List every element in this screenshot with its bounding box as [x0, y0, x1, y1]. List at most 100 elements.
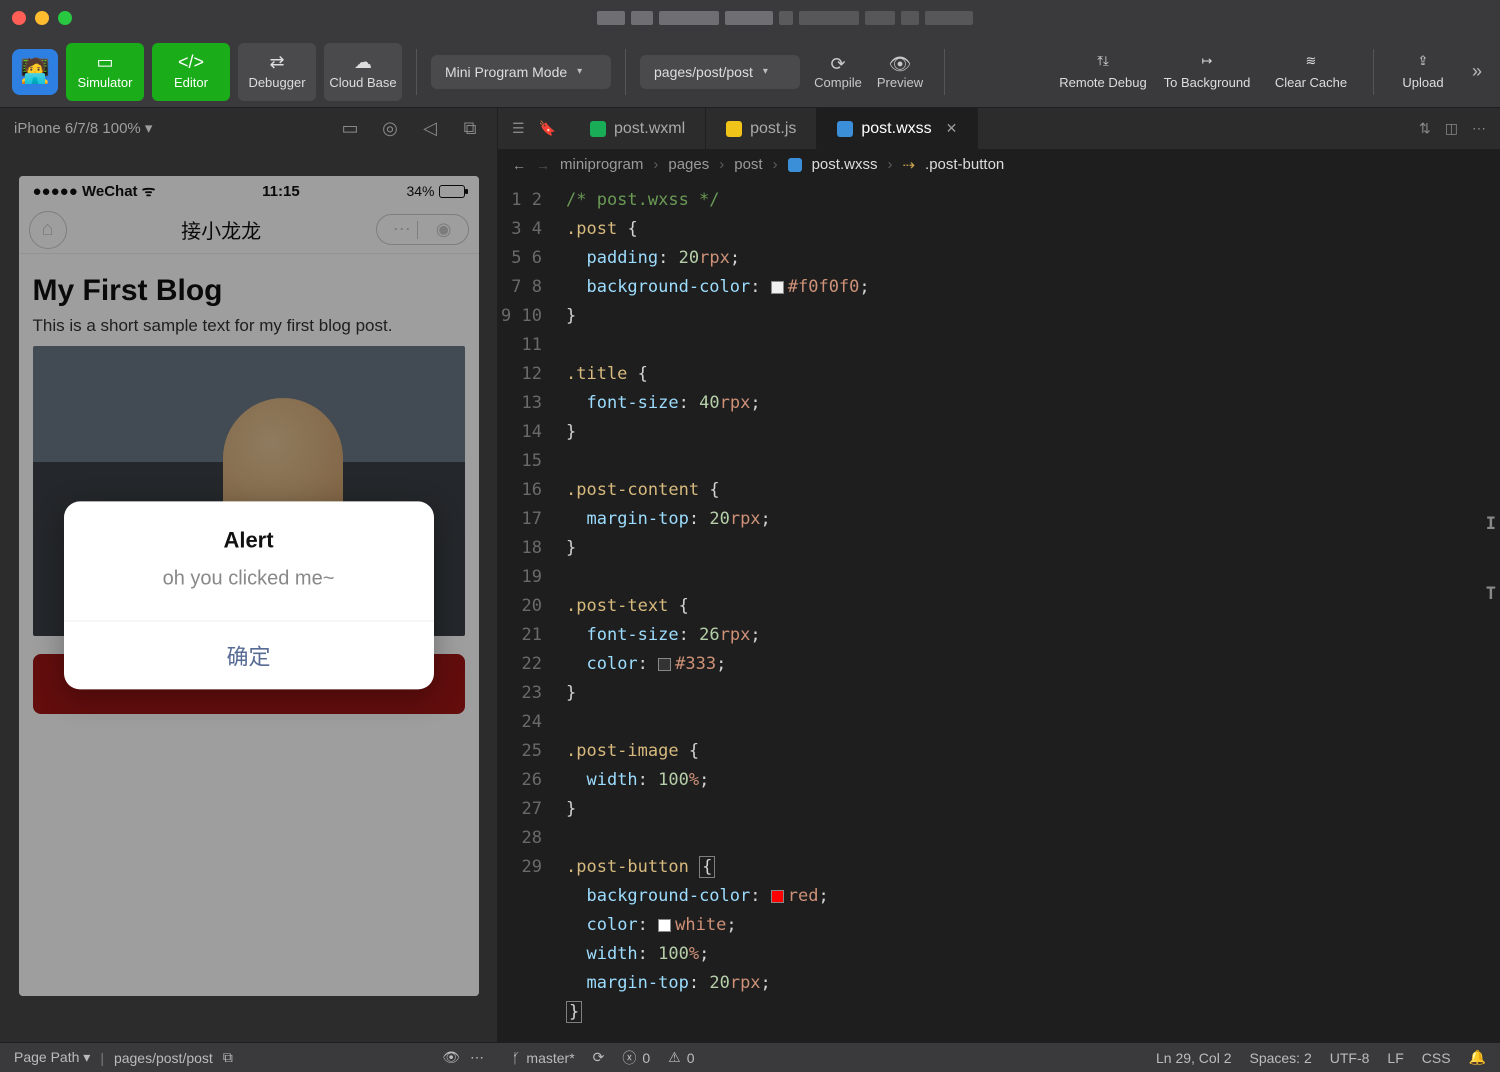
editor-button[interactable]: </> Editor: [152, 43, 230, 101]
split-editor-icon[interactable]: ◫: [1445, 120, 1458, 137]
tab-label: post.wxss: [861, 120, 931, 138]
crumb-post[interactable]: post: [734, 156, 762, 173]
crumb-pages[interactable]: pages: [668, 156, 709, 173]
cloud-base-button[interactable]: ☁ Cloud Base: [324, 43, 402, 101]
clear-cache-label: Clear Cache: [1275, 75, 1347, 90]
tab-post-js[interactable]: post.js: [706, 108, 817, 149]
alert-ok-button[interactable]: 确定: [64, 620, 434, 689]
tab-post-wxss[interactable]: post.wxss ✕: [817, 108, 978, 149]
code-editor[interactable]: 1 2 3 4 5 6 7 8 9 10 11 12 13 14 15 16 1…: [498, 180, 1500, 1042]
language-mode[interactable]: CSS: [1422, 1050, 1451, 1066]
editor-pane: ☰ 🔖 post.wxml post.js post.wxss ✕ ⇅ ◫ ⋯: [498, 108, 1500, 1042]
bug-icon: ⇄: [269, 53, 284, 71]
code-lines[interactable]: /* post.wxss */ .post { padding: 20rpx; …: [556, 180, 870, 1042]
cursor-position[interactable]: Ln 29, Col 2: [1156, 1050, 1232, 1066]
indent-setting[interactable]: Spaces: 2: [1249, 1050, 1311, 1066]
upload-label: Upload: [1402, 75, 1443, 90]
remote-debug-button[interactable]: ⤒⤓ Remote Debug: [1055, 43, 1151, 101]
nav-back-icon[interactable]: ←: [512, 157, 526, 173]
compare-icon[interactable]: ⇅: [1419, 120, 1431, 137]
cache-icon: ≋: [1306, 53, 1317, 69]
to-background-button[interactable]: ↦ To Background: [1159, 43, 1255, 101]
eol[interactable]: LF: [1387, 1050, 1403, 1066]
to-background-label: To Background: [1164, 75, 1251, 90]
sync-button[interactable]: ⟳: [593, 1049, 605, 1066]
caret-down-icon: ▾: [577, 66, 582, 77]
clear-cache-button[interactable]: ≋ Clear Cache: [1263, 43, 1359, 101]
symbol-icon: ⇢: [902, 156, 915, 174]
mute-icon[interactable]: ◁: [417, 118, 443, 139]
editor-label: Editor: [174, 75, 208, 90]
compile-button[interactable]: ⟳ Compile: [808, 54, 868, 90]
alert-message: oh you clicked me~: [64, 563, 434, 620]
compile-target-select[interactable]: pages/post/post ▾: [640, 55, 800, 89]
user-avatar[interactable]: 🧑‍💻: [12, 49, 58, 95]
nav-forward-icon[interactable]: →: [536, 157, 550, 173]
debugger-label: Debugger: [248, 75, 305, 90]
refresh-icon: ⟳: [830, 54, 845, 75]
device-frame-icon[interactable]: ▭: [337, 118, 363, 139]
window-titlebar: [0, 0, 1500, 36]
debugger-button[interactable]: ⇄ Debugger: [238, 43, 316, 101]
footer-more-icon[interactable]: ⋯: [470, 1049, 484, 1066]
editor-statusbar: ᚶ master* ⟳ ⓧ 0 ⚠ 0 Ln 29, Col 2 Spaces:…: [498, 1042, 1500, 1072]
simulator-pane: iPhone 6/7/8 100% ▾ ▭ ◎ ◁ ⧉ ●●●●● WeChat…: [0, 108, 498, 1042]
code-icon: </>: [178, 53, 204, 71]
bookmark-icon[interactable]: 🔖: [539, 120, 556, 137]
caret-down-icon: ▾: [763, 66, 768, 77]
tab-post-wxml[interactable]: post.wxml: [570, 108, 706, 149]
cloud-base-label: Cloud Base: [329, 75, 396, 90]
simulator-label: Simulator: [78, 75, 133, 90]
mode-label: Mini Program Mode: [445, 64, 567, 80]
preview-label: Preview: [877, 75, 923, 90]
crumb-symbol[interactable]: .post-button: [925, 156, 1004, 173]
breadcrumb: ← → miniprogram› pages› post› post.wxss›…: [498, 150, 1500, 180]
page-path-label[interactable]: Page Path ▾: [14, 1049, 90, 1066]
window-zoom-button[interactable]: [58, 11, 72, 25]
explorer-toggle-icon[interactable]: ☰: [512, 120, 525, 137]
simulator-header: iPhone 6/7/8 100% ▾ ▭ ◎ ◁ ⧉: [0, 108, 497, 148]
page-path-value: pages/post/post: [114, 1050, 213, 1066]
window-minimize-button[interactable]: [35, 11, 49, 25]
simulator-button[interactable]: ▭ Simulator: [66, 43, 144, 101]
more-actions-icon[interactable]: ⋯: [1472, 120, 1486, 137]
remote-debug-icon: ⤒⤓: [1097, 53, 1109, 69]
phone-icon: ▭: [96, 53, 113, 71]
tab-label: post.wxml: [614, 120, 685, 138]
toolbar-overflow-button[interactable]: »: [1466, 61, 1488, 82]
git-branch[interactable]: ᚶ master*: [512, 1050, 575, 1066]
problems-warnings[interactable]: ⚠ 0: [668, 1049, 694, 1066]
mode-select[interactable]: Mini Program Mode ▾: [431, 55, 611, 89]
upload-icon: ⇪: [1418, 53, 1429, 69]
wxml-file-icon: [590, 121, 606, 137]
visibility-icon[interactable]: 👁: [442, 1049, 460, 1066]
remote-debug-label: Remote Debug: [1059, 75, 1146, 90]
preview-button[interactable]: 👁 Preview: [870, 54, 930, 90]
minimap-rail: I T: [1480, 180, 1500, 1042]
wxss-file-icon: [788, 158, 802, 172]
line-gutter: 1 2 3 4 5 6 7 8 9 10 11 12 13 14 15 16 1…: [498, 180, 556, 1042]
editor-tabs: ☰ 🔖 post.wxml post.js post.wxss ✕ ⇅ ◫ ⋯: [498, 108, 1500, 150]
record-icon[interactable]: ◎: [377, 118, 403, 139]
js-file-icon: [726, 121, 742, 137]
compile-label: Compile: [814, 75, 862, 90]
compile-target-label: pages/post/post: [654, 64, 753, 80]
notifications-icon[interactable]: 🔔: [1469, 1049, 1486, 1066]
popout-icon[interactable]: ⧉: [457, 118, 483, 139]
eye-icon: 👁: [889, 54, 912, 75]
titlebar-center: [81, 11, 1488, 25]
device-select[interactable]: iPhone 6/7/8 100% ▾: [14, 119, 152, 137]
encoding[interactable]: UTF-8: [1330, 1050, 1370, 1066]
problems-errors[interactable]: ⓧ 0: [622, 1048, 650, 1068]
cloud-icon: ☁: [354, 53, 372, 71]
wxss-file-icon: [837, 121, 853, 137]
background-icon: ↦: [1202, 53, 1213, 69]
compile-preview-group: ⟳ Compile 👁 Preview: [808, 54, 930, 90]
tab-label: post.js: [750, 120, 796, 138]
window-close-button[interactable]: [12, 11, 26, 25]
copy-path-icon[interactable]: ⧉: [223, 1049, 233, 1066]
upload-button[interactable]: ⇪ Upload: [1388, 43, 1458, 101]
crumb-file[interactable]: post.wxss: [812, 156, 878, 173]
crumb-miniprogram[interactable]: miniprogram: [560, 156, 643, 173]
close-tab-icon[interactable]: ✕: [946, 120, 958, 137]
